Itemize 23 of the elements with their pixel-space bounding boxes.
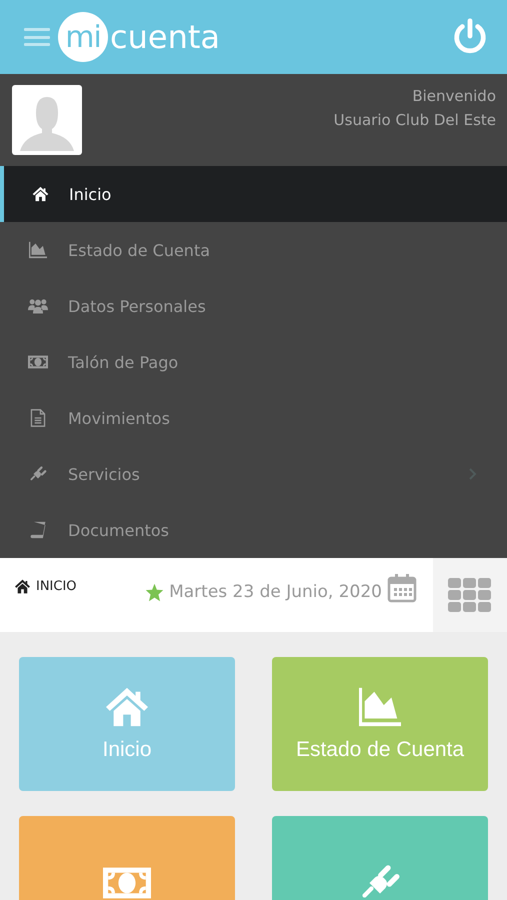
menu-icon[interactable]	[24, 26, 50, 48]
logo-text: cuenta	[110, 18, 220, 56]
tile-button[interactable]: Estado de Cuenta	[272, 657, 488, 791]
menu-item-icon	[28, 465, 48, 483]
menu-item[interactable]: Inicio	[0, 166, 507, 222]
menu-item-icon	[28, 297, 48, 315]
menu-item-icon	[28, 241, 48, 259]
menu-item-icon	[28, 521, 48, 539]
breadcrumb-text: INICIO	[36, 579, 77, 594]
menu-item-icon	[28, 353, 48, 371]
avatar-icon	[12, 85, 82, 155]
grid-button[interactable]	[433, 558, 507, 632]
user-name: Usuario Club Del Este	[334, 111, 496, 129]
tile-icon	[356, 686, 404, 728]
star-icon	[145, 582, 164, 602]
greeting-text: Bienvenido	[412, 87, 496, 105]
logo-badge: mi	[58, 12, 108, 62]
menu-item-icon	[32, 185, 49, 203]
grid-icon	[448, 578, 492, 612]
menu-item-icon	[28, 409, 48, 427]
calendar-icon[interactable]	[387, 573, 417, 603]
home-icon	[14, 579, 31, 594]
date-text: Martes 23 de Junio, 2020	[169, 582, 382, 602]
